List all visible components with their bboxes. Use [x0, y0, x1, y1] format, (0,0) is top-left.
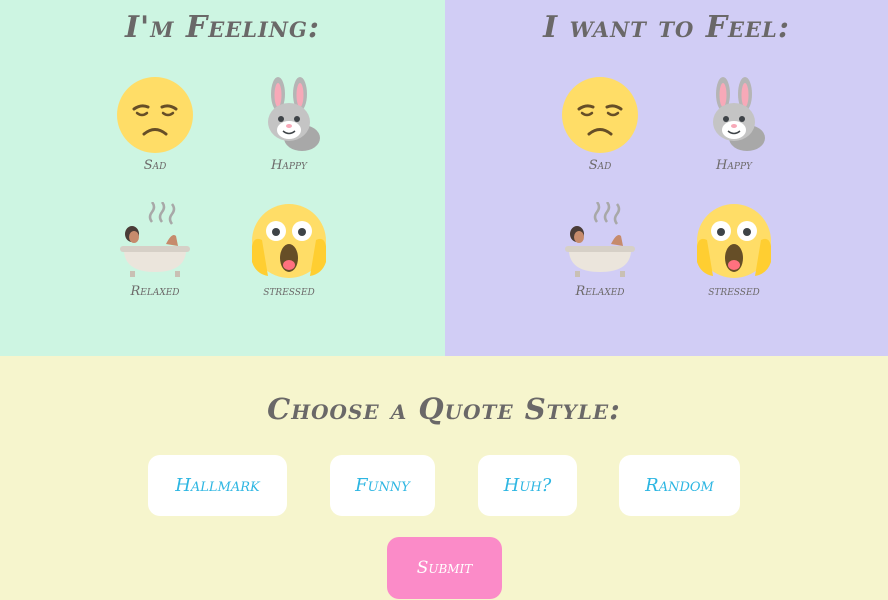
- bath-icon: [120, 202, 190, 277]
- funny-button[interactable]: Funny: [330, 455, 435, 516]
- mood-label: Relaxed: [130, 284, 180, 299]
- want-option-sad[interactable]: Sad: [550, 76, 650, 173]
- mood-label: Relaxed: [575, 284, 625, 299]
- mood-label: Sad: [588, 158, 612, 173]
- submit-button[interactable]: Submit: [387, 537, 502, 599]
- want-title: I want to Feel:: [543, 10, 790, 45]
- bunny-icon: [713, 77, 765, 151]
- want-option-happy[interactable]: Happy: [684, 76, 784, 173]
- mood-label: stressed: [708, 284, 760, 299]
- quote-style-title: Choose a Quote Style:: [267, 392, 621, 426]
- mood-label: Happy: [716, 158, 752, 173]
- feeling-option-happy[interactable]: Happy: [239, 76, 339, 173]
- feeling-panel: I'm Feeling: Sad Happy Relaxed stressed: [0, 0, 445, 356]
- feeling-option-sad[interactable]: Sad: [105, 76, 205, 173]
- mood-label: stressed: [263, 284, 315, 299]
- hallmark-button[interactable]: Hallmark: [148, 455, 287, 516]
- quote-style-panel: Choose a Quote Style: Hallmark Funny Huh…: [0, 356, 888, 600]
- bunny-icon: [268, 77, 320, 151]
- want-panel: I want to Feel: Sad Happy Relaxed stress…: [445, 0, 888, 356]
- bath-icon: [565, 202, 635, 277]
- want-option-stressed[interactable]: stressed: [684, 202, 784, 299]
- feeling-title: I'm Feeling:: [124, 10, 320, 45]
- want-option-relaxed[interactable]: Relaxed: [550, 202, 650, 299]
- feeling-option-relaxed[interactable]: Relaxed: [105, 202, 205, 299]
- screaming-face-icon: [252, 204, 326, 278]
- mood-label: Happy: [271, 158, 307, 173]
- screaming-face-icon: [697, 204, 771, 278]
- feeling-option-stressed[interactable]: stressed: [239, 202, 339, 299]
- sad-face-icon: [117, 77, 193, 153]
- random-button[interactable]: Random: [619, 455, 740, 516]
- mood-label: Sad: [143, 158, 167, 173]
- sad-face-icon: [562, 77, 638, 153]
- huh-button[interactable]: Huh?: [478, 455, 577, 516]
